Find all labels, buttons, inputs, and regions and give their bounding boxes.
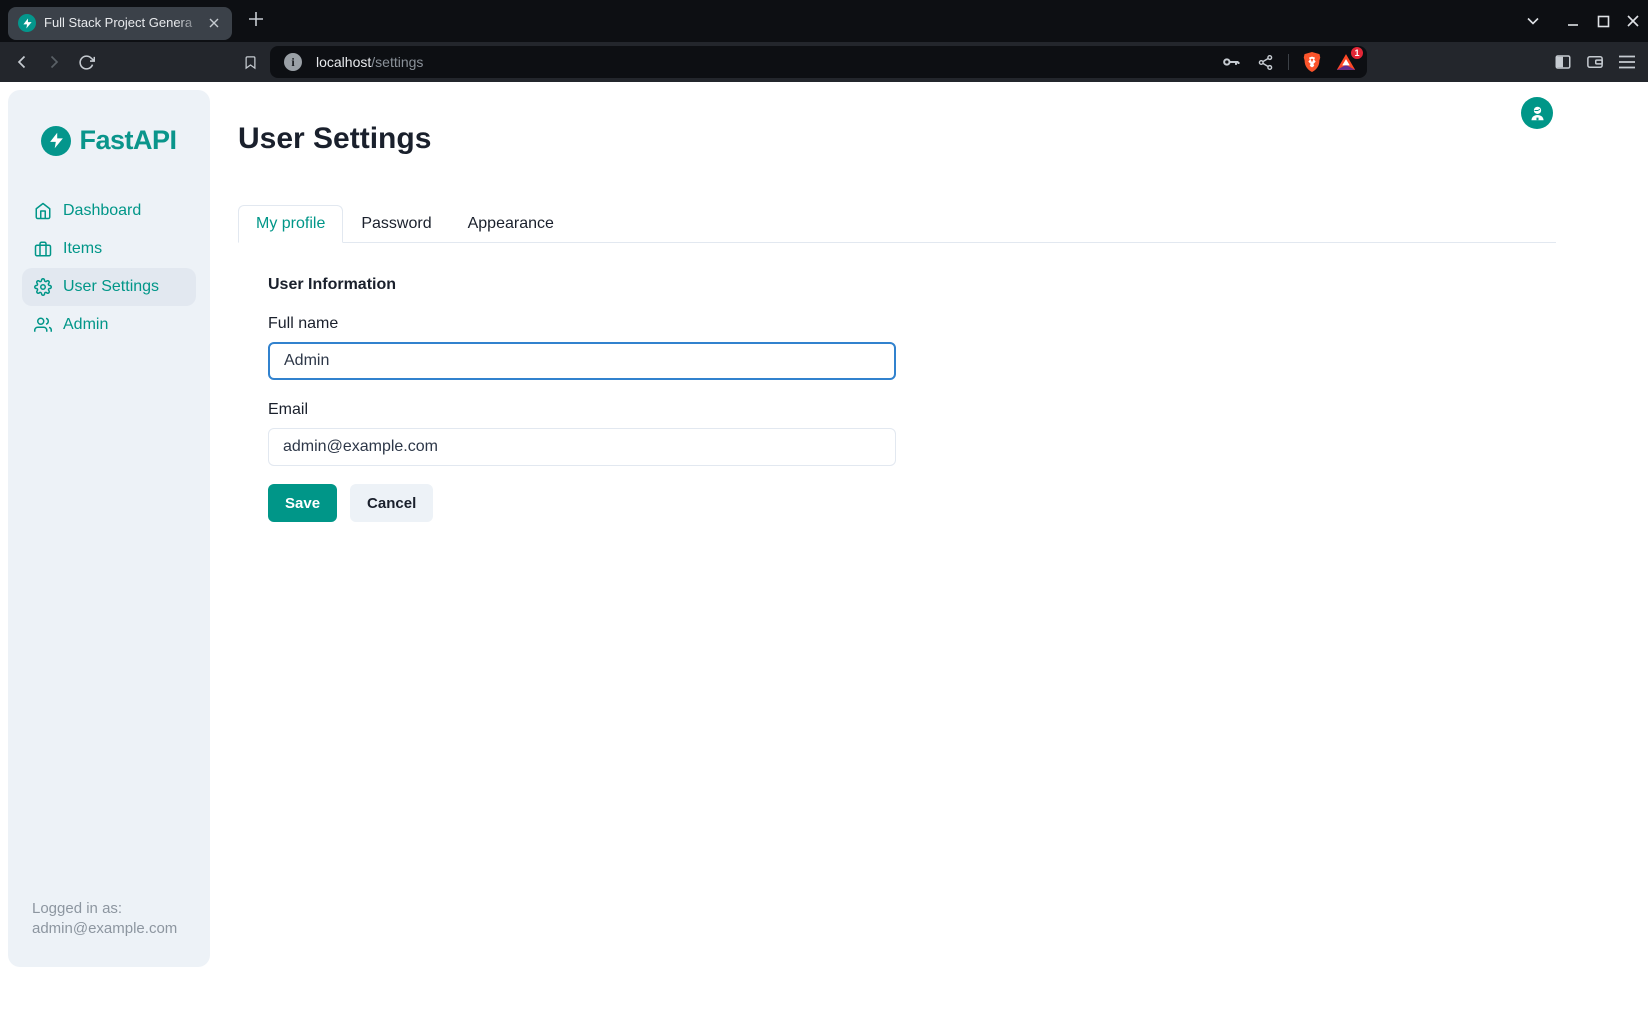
sidebar-item-user-settings[interactable]: User Settings (22, 268, 196, 306)
logo-text: FastAPI (79, 125, 176, 156)
users-icon (34, 316, 52, 334)
fastapi-favicon-icon (18, 14, 36, 32)
logged-in-email: admin@example.com (32, 919, 186, 939)
rewards-badge: 1 (1350, 46, 1364, 60)
wallet-icon[interactable] (1584, 51, 1606, 73)
window-controls (1518, 0, 1648, 42)
logged-in-label: Logged in as: (32, 899, 186, 919)
share-icon[interactable] (1254, 51, 1276, 73)
brave-rewards-icon[interactable]: 1 (1335, 51, 1357, 73)
sidebar-item-admin[interactable]: Admin (22, 306, 196, 344)
tab-title-fade (176, 14, 204, 32)
user-avatar-button[interactable] (1521, 97, 1553, 129)
key-icon[interactable] (1220, 51, 1242, 73)
fastapi-bolt-icon (41, 126, 71, 156)
main-content: User Settings My profile Password Appear… (210, 82, 1648, 1025)
form-actions: Save Cancel (268, 484, 896, 522)
settings-tabs: My profile Password Appearance (238, 205, 1556, 243)
browser-tab[interactable]: Full Stack Project Genera (8, 7, 232, 40)
sidebar-item-label: User Settings (63, 278, 159, 296)
toolbar-right-icons (1552, 51, 1648, 73)
menu-hamburger-icon[interactable] (1616, 51, 1638, 73)
browser-tab-bar: Full Stack Project Genera (0, 0, 1648, 42)
url-bar-icons: 1 (1220, 51, 1357, 73)
gear-icon (34, 278, 52, 296)
app-page: FastAPI Dashboard Items User Settings Ad… (0, 82, 1648, 1025)
sidebar-panel-icon[interactable] (1552, 51, 1574, 73)
bookmark-icon[interactable] (234, 46, 266, 78)
sidebar: FastAPI Dashboard Items User Settings Ad… (8, 90, 210, 967)
tab-title: Full Stack Project Genera (44, 14, 204, 32)
sidebar-item-label: Items (63, 240, 102, 258)
back-icon[interactable] (6, 46, 38, 78)
full-name-input[interactable] (268, 342, 896, 380)
save-button[interactable]: Save (268, 484, 337, 522)
new-tab-icon[interactable] (246, 9, 266, 34)
forward-icon[interactable] (38, 46, 70, 78)
sidebar-item-label: Admin (63, 316, 108, 334)
tab-close-icon[interactable] (204, 13, 224, 33)
briefcase-icon (34, 240, 52, 258)
tab-password[interactable]: Password (343, 205, 449, 243)
full-name-label: Full name (268, 315, 896, 333)
reload-icon[interactable] (70, 46, 102, 78)
user-avatar-icon (1528, 104, 1547, 123)
home-icon (34, 202, 52, 220)
email-input[interactable] (268, 428, 896, 466)
logged-in-info: Logged in as: admin@example.com (8, 899, 210, 967)
url-bar[interactable]: i localhost/settings (270, 46, 1367, 78)
sidebar-item-items[interactable]: Items (22, 230, 196, 268)
toolbar-divider (1288, 54, 1289, 70)
sidebar-nav: Dashboard Items User Settings Admin (8, 192, 210, 344)
section-title: User Information (268, 276, 896, 294)
sidebar-item-label: Dashboard (63, 202, 141, 220)
profile-form: User Information Full name Email Save Ca… (268, 276, 896, 522)
tab-appearance[interactable]: Appearance (450, 205, 572, 243)
page-title: User Settings (238, 120, 1648, 158)
tab-my-profile[interactable]: My profile (238, 205, 343, 243)
site-info-icon[interactable]: i (284, 53, 302, 71)
url-text[interactable]: localhost/settings (316, 54, 1220, 70)
maximize-icon[interactable] (1588, 0, 1618, 42)
fastapi-logo: FastAPI (41, 125, 176, 156)
email-label: Email (268, 401, 896, 419)
cancel-button[interactable]: Cancel (350, 484, 433, 522)
tab-search-chevron-icon[interactable] (1518, 0, 1548, 42)
minimize-icon[interactable] (1558, 0, 1588, 42)
browser-toolbar: i localhost/settings (0, 42, 1648, 82)
close-window-icon[interactable] (1618, 0, 1648, 42)
sidebar-item-dashboard[interactable]: Dashboard (22, 192, 196, 230)
brave-shield-icon[interactable] (1301, 51, 1323, 73)
